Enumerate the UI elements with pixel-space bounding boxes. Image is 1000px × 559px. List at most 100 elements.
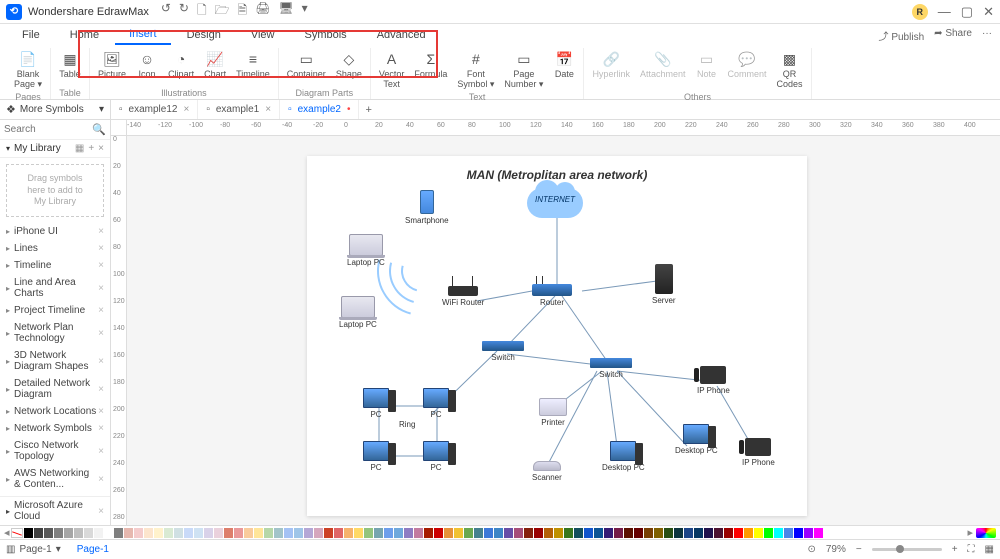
- doc-tab[interactable]: ▫example12×: [111, 100, 198, 119]
- printer-node[interactable]: Printer: [539, 398, 567, 427]
- color-swatch[interactable]: [224, 528, 233, 538]
- close-icon[interactable]: ×: [98, 328, 104, 339]
- cloud-node[interactable]: INTERNET: [527, 188, 583, 218]
- close-icon[interactable]: ×: [98, 226, 104, 237]
- color-swatch[interactable]: [24, 528, 33, 538]
- color-swatch[interactable]: [134, 528, 143, 538]
- color-swatch[interactable]: [584, 528, 593, 538]
- azure-cloud-category[interactable]: ▸ Microsoft Azure Cloud ×: [0, 496, 110, 525]
- desktop-node[interactable]: Desktop PC: [675, 424, 718, 455]
- wifi-router-node[interactable]: WiFi Router: [442, 286, 484, 307]
- color-swatch[interactable]: [54, 528, 63, 538]
- close-icon[interactable]: ×: [98, 283, 104, 294]
- minimize-button[interactable]: —: [938, 4, 951, 19]
- page-name[interactable]: Page-1: [77, 544, 109, 555]
- help-button[interactable]: ···: [982, 28, 992, 43]
- color-swatch[interactable]: [94, 528, 103, 538]
- color-swatch[interactable]: [334, 528, 343, 538]
- qat-button[interactable]: ↻: [179, 1, 189, 22]
- color-swatch[interactable]: [734, 528, 743, 538]
- color-picker-button[interactable]: [976, 528, 996, 538]
- server-node[interactable]: Server: [652, 264, 676, 305]
- color-swatch[interactable]: [724, 528, 733, 538]
- color-swatch[interactable]: [294, 528, 303, 538]
- close-icon[interactable]: ×: [98, 474, 104, 485]
- color-swatch[interactable]: [644, 528, 653, 538]
- color-swatch[interactable]: [274, 528, 283, 538]
- color-swatch[interactable]: [154, 528, 163, 538]
- close-tab-button[interactable]: ×: [265, 104, 271, 115]
- scanner-node[interactable]: Scanner: [532, 461, 562, 482]
- page-selector[interactable]: ▥ Page-1 ▾: [6, 544, 61, 555]
- add-icon[interactable]: +: [88, 143, 94, 154]
- color-swatch[interactable]: [384, 528, 393, 538]
- menu-symbols[interactable]: Symbols: [291, 26, 361, 44]
- category-item[interactable]: ▸Line and Area Charts×: [0, 274, 110, 302]
- maximize-button[interactable]: ▢: [961, 4, 973, 20]
- router-node[interactable]: Router: [532, 284, 572, 307]
- zoom-out-button[interactable]: −: [856, 544, 862, 555]
- qat-button[interactable]: 🖥: [278, 1, 293, 22]
- close-tab-button[interactable]: ×: [183, 104, 189, 115]
- color-swatch[interactable]: [624, 528, 633, 538]
- ribbon-shape[interactable]: ◇Shape: [332, 48, 366, 88]
- color-swatch[interactable]: [504, 528, 513, 538]
- color-swatch[interactable]: [364, 528, 373, 538]
- menu-insert[interactable]: Insert: [115, 25, 171, 45]
- color-swatch[interactable]: [804, 528, 813, 538]
- qat-button[interactable]: 🗎: [238, 1, 248, 22]
- menu-design[interactable]: Design: [173, 26, 235, 44]
- category-item[interactable]: ▸Network Locations×: [0, 403, 110, 420]
- category-item[interactable]: ▸Lines×: [0, 240, 110, 257]
- color-swatch[interactable]: [264, 528, 273, 538]
- color-swatch[interactable]: [204, 528, 213, 538]
- no-fill-swatch[interactable]: [11, 528, 23, 538]
- color-swatch[interactable]: [664, 528, 673, 538]
- category-list[interactable]: ▸iPhone UI×▸Lines×▸Timeline×▸Line and Ar…: [0, 223, 110, 496]
- color-swatch[interactable]: [774, 528, 783, 538]
- search-input[interactable]: [4, 124, 88, 135]
- focus-mode-icon[interactable]: ⊙: [807, 544, 815, 555]
- category-item[interactable]: ▸Network Plan Technology×: [0, 319, 110, 347]
- ribbon-vector[interactable]: AVectorText: [375, 48, 409, 92]
- pc-node[interactable]: PC: [423, 441, 449, 472]
- ribbon-container[interactable]: ▭Container: [283, 48, 330, 88]
- switch-node[interactable]: Switch: [590, 358, 632, 379]
- qat-button[interactable]: 🖨: [255, 1, 270, 22]
- close-icon[interactable]: ×: [98, 406, 104, 417]
- color-swatch[interactable]: [754, 528, 763, 538]
- color-swatch[interactable]: [604, 528, 613, 538]
- zoom-slider[interactable]: [872, 548, 942, 551]
- color-swatch[interactable]: [164, 528, 173, 538]
- pc-node[interactable]: PC: [423, 388, 449, 419]
- color-swatch[interactable]: [684, 528, 693, 538]
- desktop-node[interactable]: Desktop PC: [602, 441, 645, 472]
- menu-file[interactable]: File: [8, 26, 54, 44]
- color-swatch[interactable]: [544, 528, 553, 538]
- color-swatch[interactable]: [344, 528, 353, 538]
- color-swatch[interactable]: [444, 528, 453, 538]
- color-swatch[interactable]: [494, 528, 503, 538]
- diagram-title[interactable]: MAN (Metroplitan area network): [307, 168, 807, 182]
- color-swatch[interactable]: [764, 528, 773, 538]
- color-swatch[interactable]: [434, 528, 443, 538]
- color-swatch[interactable]: [304, 528, 313, 538]
- color-swatch[interactable]: [534, 528, 543, 538]
- category-item[interactable]: ▸Detailed Network Diagram×: [0, 375, 110, 403]
- color-swatch[interactable]: [484, 528, 493, 538]
- doc-tab[interactable]: ▫example1×: [198, 100, 280, 119]
- color-swatch[interactable]: [424, 528, 433, 538]
- share-button[interactable]: ➦ Share: [934, 28, 972, 43]
- menu-home[interactable]: Home: [56, 26, 113, 44]
- qat-button[interactable]: 🗁: [215, 1, 230, 22]
- laptop-node[interactable]: Laptop PC: [339, 296, 377, 329]
- ribbon-picture[interactable]: 🖼Picture: [94, 48, 130, 88]
- zoom-in-button[interactable]: +: [952, 544, 958, 555]
- color-swatch[interactable]: [84, 528, 93, 538]
- close-icon[interactable]: ×: [98, 260, 104, 271]
- color-swatch[interactable]: [614, 528, 623, 538]
- color-swatch[interactable]: [654, 528, 663, 538]
- color-swatch[interactable]: [694, 528, 703, 538]
- ribbon-page[interactable]: ▭PageNumber ▾: [500, 48, 547, 92]
- color-swatch[interactable]: [234, 528, 243, 538]
